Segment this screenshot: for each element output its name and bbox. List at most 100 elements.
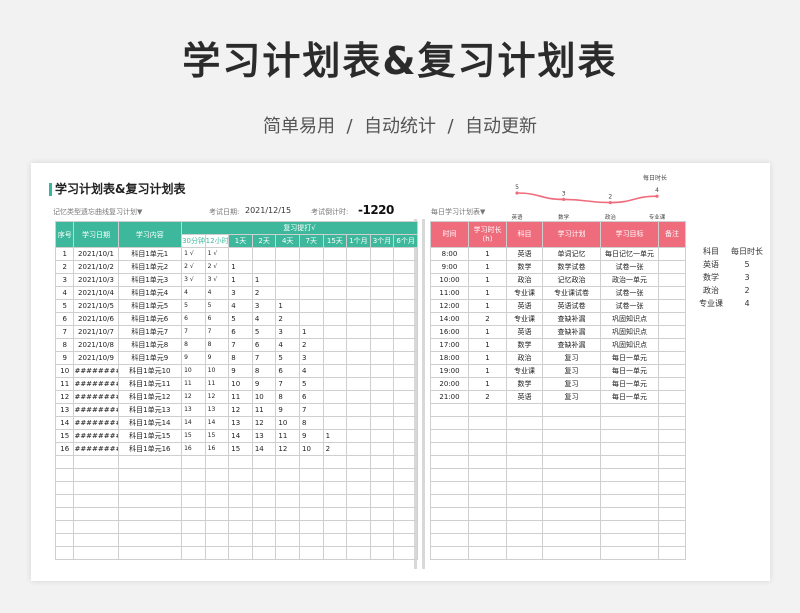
review-cell[interactable]: 11 xyxy=(181,377,206,391)
empty-cell[interactable] xyxy=(393,455,418,469)
empty-cell[interactable] xyxy=(600,442,659,456)
review-cell[interactable] xyxy=(346,299,371,313)
review-cell[interactable] xyxy=(393,338,418,352)
review-cell[interactable]: 7 xyxy=(298,403,324,417)
row-content[interactable]: 科目1单元15 xyxy=(117,429,183,443)
empty-cell[interactable] xyxy=(430,533,469,547)
empty-cell[interactable] xyxy=(658,403,686,417)
empty-cell[interactable] xyxy=(658,429,686,443)
review-cell[interactable]: 4 xyxy=(228,299,253,313)
cell-plan[interactable]: 单词记忆 xyxy=(542,247,601,261)
empty-cell[interactable] xyxy=(369,507,395,521)
empty-cell[interactable] xyxy=(275,455,300,469)
cell-time[interactable]: 16:00 xyxy=(430,325,469,339)
review-cell[interactable]: 14 xyxy=(251,442,277,456)
empty-cell[interactable] xyxy=(275,481,300,495)
cell-note[interactable] xyxy=(658,260,686,274)
empty-cell[interactable] xyxy=(430,442,469,456)
cell-hours[interactable]: 1 xyxy=(468,260,507,274)
review-cell[interactable] xyxy=(322,260,348,274)
review-cell[interactable]: 9 xyxy=(181,351,206,365)
review-cell[interactable] xyxy=(275,286,300,300)
review-cell[interactable]: 12 xyxy=(251,416,277,430)
empty-cell[interactable] xyxy=(346,520,371,534)
empty-cell[interactable] xyxy=(73,481,119,495)
row-content[interactable]: 科目1单元4 xyxy=(117,286,183,300)
row-content[interactable]: 科目1单元10 xyxy=(117,364,183,378)
empty-cell[interactable] xyxy=(73,533,119,547)
review-cell[interactable]: 12 xyxy=(228,403,253,417)
review-cell[interactable] xyxy=(346,403,371,417)
empty-cell[interactable] xyxy=(393,468,418,482)
review-cell[interactable]: 4 xyxy=(275,338,300,352)
empty-cell[interactable] xyxy=(73,507,119,521)
review-cell[interactable]: 2 xyxy=(298,338,324,352)
review-cell[interactable]: 11 xyxy=(204,377,230,391)
review-cell[interactable] xyxy=(393,247,418,261)
review-cell[interactable]: 2 xyxy=(275,312,300,326)
empty-cell[interactable] xyxy=(658,520,686,534)
empty-cell[interactable] xyxy=(658,546,686,560)
empty-cell[interactable] xyxy=(430,403,469,417)
cell-hours[interactable]: 1 xyxy=(468,377,507,391)
review-cell[interactable] xyxy=(346,429,371,443)
empty-cell[interactable] xyxy=(322,533,348,547)
review-cell[interactable] xyxy=(393,377,418,391)
review-cell[interactable]: 7 xyxy=(181,325,206,339)
review-cell[interactable] xyxy=(346,416,371,430)
empty-cell[interactable] xyxy=(506,533,543,547)
empty-cell[interactable] xyxy=(658,507,686,521)
review-cell[interactable]: 11 xyxy=(228,390,253,404)
review-cell[interactable] xyxy=(369,325,395,339)
empty-cell[interactable] xyxy=(275,507,300,521)
review-cell[interactable]: 16 xyxy=(204,442,230,456)
review-cell[interactable] xyxy=(322,338,348,352)
empty-cell[interactable] xyxy=(542,468,601,482)
cell-goal[interactable]: 每日一单元 xyxy=(600,390,659,404)
review-cell[interactable]: 7 xyxy=(204,325,230,339)
empty-cell[interactable] xyxy=(658,442,686,456)
empty-cell[interactable] xyxy=(658,481,686,495)
cell-note[interactable] xyxy=(658,247,686,261)
review-cell[interactable]: 1 xyxy=(228,273,253,287)
review-cell[interactable]: 7 xyxy=(251,351,277,365)
empty-cell[interactable] xyxy=(298,546,324,560)
empty-cell[interactable] xyxy=(468,455,507,469)
empty-cell[interactable] xyxy=(658,494,686,508)
empty-cell[interactable] xyxy=(369,546,395,560)
review-cell[interactable] xyxy=(298,312,324,326)
cell-goal[interactable]: 试卷一张 xyxy=(600,299,659,313)
empty-cell[interactable] xyxy=(468,468,507,482)
review-cell[interactable] xyxy=(298,260,324,274)
empty-cell[interactable] xyxy=(322,507,348,521)
empty-cell[interactable] xyxy=(346,533,371,547)
review-cell[interactable] xyxy=(322,377,348,391)
cell-subject[interactable]: 英语 xyxy=(506,299,543,313)
review-cell[interactable]: 8 xyxy=(181,338,206,352)
empty-cell[interactable] xyxy=(181,507,206,521)
cell-goal[interactable]: 政治一单元 xyxy=(600,273,659,287)
row-date[interactable]: ######## xyxy=(73,416,119,430)
cell-time[interactable]: 14:00 xyxy=(430,312,469,326)
empty-cell[interactable] xyxy=(468,507,507,521)
empty-cell[interactable] xyxy=(506,494,543,508)
empty-cell[interactable] xyxy=(251,455,277,469)
row-date[interactable]: 2021/10/5 xyxy=(73,299,119,313)
empty-cell[interactable] xyxy=(228,507,253,521)
review-cell[interactable] xyxy=(322,325,348,339)
cell-time[interactable]: 12:00 xyxy=(430,299,469,313)
cell-time[interactable]: 19:00 xyxy=(430,364,469,378)
empty-cell[interactable] xyxy=(73,546,119,560)
empty-cell[interactable] xyxy=(73,468,119,482)
review-cell[interactable]: 2 xyxy=(251,286,277,300)
empty-cell[interactable] xyxy=(393,546,418,560)
review-cell[interactable]: 9 xyxy=(251,377,277,391)
cell-plan[interactable]: 记忆政治 xyxy=(542,273,601,287)
review-cell[interactable]: 15 xyxy=(228,442,253,456)
review-cell[interactable] xyxy=(369,403,395,417)
empty-cell[interactable] xyxy=(430,507,469,521)
review-cell[interactable] xyxy=(369,299,395,313)
empty-cell[interactable] xyxy=(54,520,75,534)
empty-cell[interactable] xyxy=(369,468,395,482)
empty-cell[interactable] xyxy=(54,455,75,469)
